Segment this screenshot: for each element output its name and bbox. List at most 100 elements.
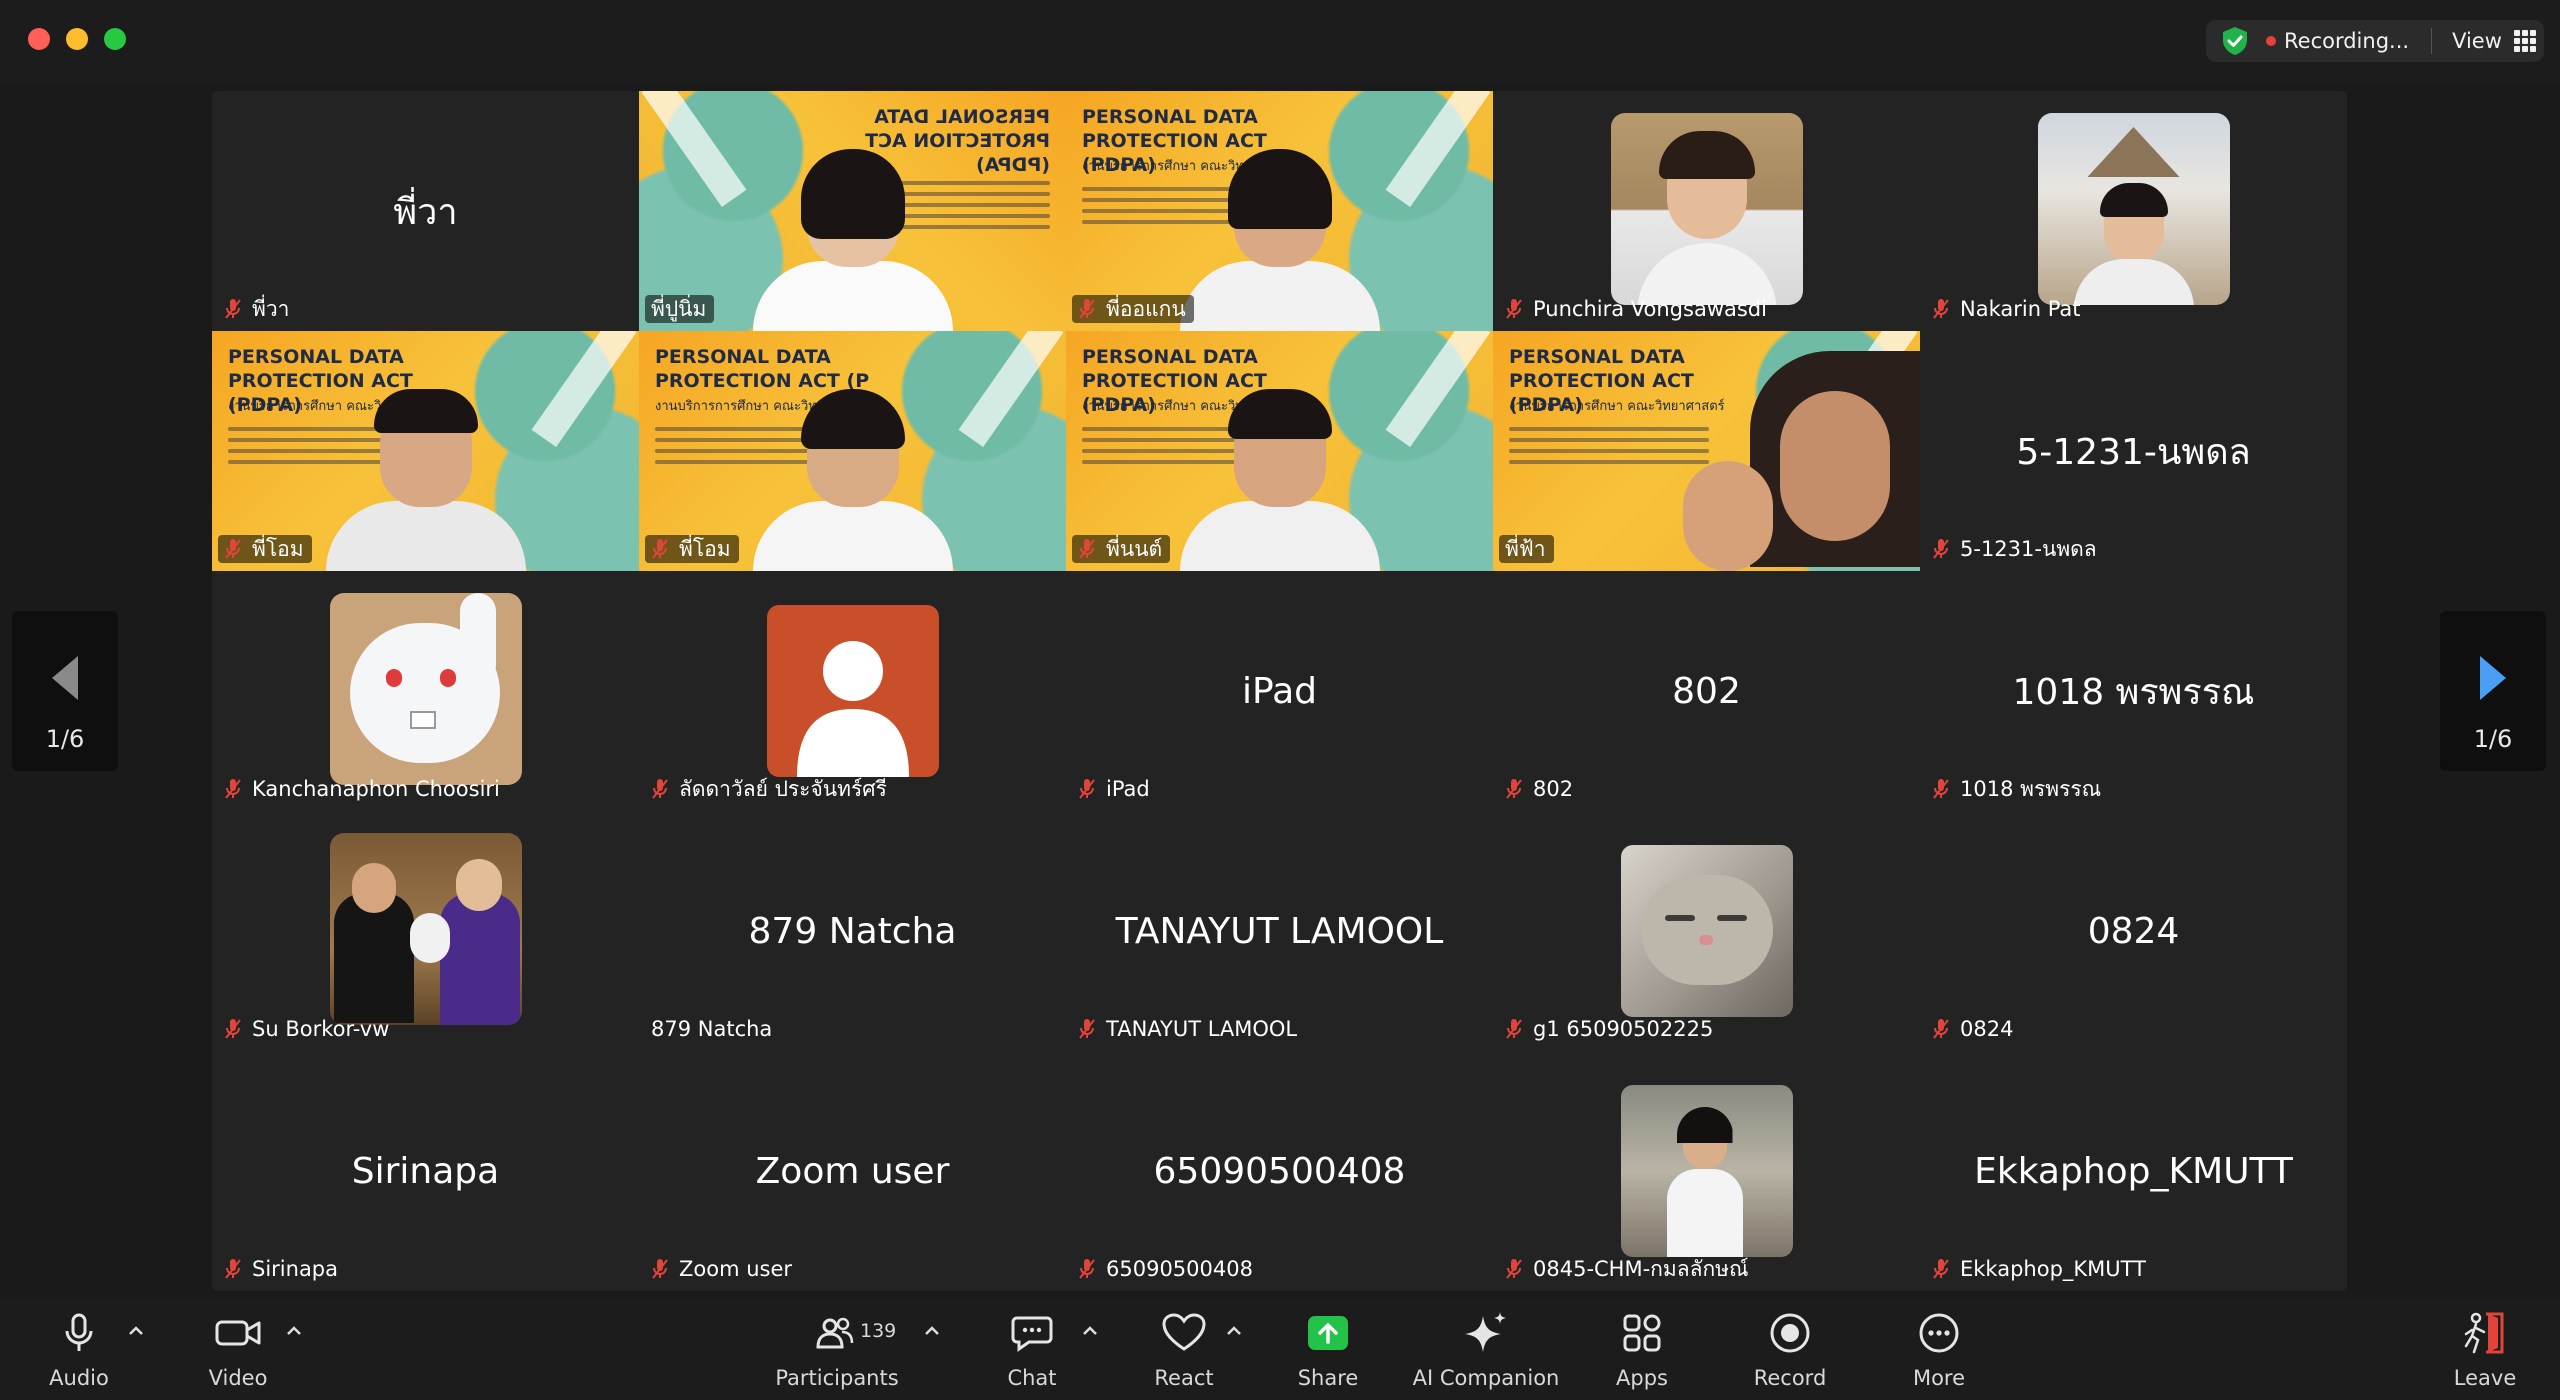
participant-tile[interactable]: 0845-CHM-กมลลักษณ์	[1493, 1051, 1920, 1291]
participant-tile[interactable]: PERSONAL DATA PROTECTION ACT (PDPA) งานบ…	[1066, 331, 1493, 571]
participant-name: Sirinapa	[252, 1257, 339, 1281]
recording-view-pill: Recording... View	[2206, 20, 2544, 62]
participant-name-tag: พี่นนต์	[1072, 535, 1171, 563]
participant-tile[interactable]: TANAYUT LAMOOL TANAYUT LAMOOL	[1066, 811, 1493, 1051]
participant-name-tag: ลัดดาวัลย์ ประจันทร์ศรี	[645, 775, 895, 803]
chat-options-caret-icon[interactable]	[1082, 1326, 1098, 1336]
participants-label: Participants	[775, 1366, 899, 1390]
participant-tile[interactable]: Kanchanaphon Choosiri	[212, 571, 639, 811]
participant-name: g1 65090502225	[1533, 1017, 1714, 1041]
participant-name-tag: Nakarin Pat	[1926, 295, 2089, 323]
slide-subtitle: งานบริการการศึกษา คณะวิทยาศาสตร์	[1509, 399, 1725, 414]
hand-shape	[1683, 461, 1773, 571]
chat-bubble-icon	[1011, 1316, 1053, 1352]
react-button[interactable]: React	[1150, 1298, 1218, 1400]
participant-tile[interactable]: 0824 0824	[1920, 811, 2347, 1051]
share-screen-button[interactable]: Share	[1294, 1298, 1362, 1400]
participant-video-person	[752, 389, 953, 571]
participant-tile[interactable]: Ekkaphop_KMUTT Ekkaphop_KMUTT	[1920, 1051, 2347, 1291]
participant-name-tag: พี่ปูนิ่ม	[645, 295, 715, 323]
participant-tile[interactable]: 802 802	[1493, 571, 1920, 811]
participant-tile[interactable]: PERSONAL DATA PROTECTION ACT (PDPA) พี่ป…	[639, 91, 1066, 331]
participant-tile[interactable]: พี่วา พี่วา	[212, 91, 639, 331]
participant-tile[interactable]: PERSONAL DATA PROTECTION ACT (PDPA) งานบ…	[1066, 91, 1493, 331]
react-options-caret-icon[interactable]	[1226, 1326, 1242, 1336]
participant-tile[interactable]: Sirinapa Sirinapa	[212, 1051, 639, 1291]
recording-status[interactable]: Recording...	[2284, 29, 2409, 53]
chat-button[interactable]: Chat	[1004, 1298, 1060, 1400]
leave-label: Leave	[2453, 1366, 2517, 1390]
participant-name: 802	[1533, 777, 1574, 801]
participant-tile[interactable]: Punchira Vongsawasdi	[1493, 91, 1920, 331]
window-close-button[interactable]	[28, 28, 50, 50]
participant-tile[interactable]: PERSONAL DATA PROTECTION ACT (P งานบริกา…	[639, 331, 1066, 571]
apps-button[interactable]: Apps	[1612, 1298, 1672, 1400]
participant-name: Zoom user	[679, 1257, 793, 1281]
muted-mic-icon	[1933, 1259, 1949, 1279]
view-button[interactable]: View	[2452, 29, 2502, 53]
participant-tile[interactable]: PERSONAL DATA PROTECTION ACT (PDPA) งานบ…	[212, 331, 639, 571]
participant-tile[interactable]: g1 65090502225	[1493, 811, 1920, 1051]
audio-button[interactable]: Audio	[44, 1298, 114, 1400]
muted-mic-icon	[1506, 299, 1522, 319]
chevron-left-icon	[52, 656, 78, 700]
participant-tile[interactable]: 879 Natcha 879 Natcha	[639, 811, 1066, 1051]
participant-video-person	[752, 149, 953, 331]
shield-check-icon[interactable]	[2218, 24, 2252, 58]
participants-options-caret-icon[interactable]	[924, 1326, 940, 1336]
muted-mic-icon	[225, 299, 241, 319]
participant-tile[interactable]: 5-1231-นพดล 5-1231-นพดล	[1920, 331, 2347, 571]
window-maximize-button[interactable]	[104, 28, 126, 50]
participant-name-tag: 65090500408	[1072, 1255, 1261, 1283]
record-icon	[1770, 1313, 1810, 1353]
participant-avatar-photo	[1620, 1085, 1793, 1257]
participant-tile[interactable]: iPad iPad	[1066, 571, 1493, 811]
video-camera-icon	[215, 1320, 261, 1346]
participant-name-tag: 5-1231-นพดล	[1926, 535, 2105, 563]
next-page-button[interactable]: 1/6	[2440, 611, 2546, 771]
participants-button[interactable]: 139 Participants	[774, 1298, 900, 1400]
participant-name: พี่ออแกน	[1106, 296, 1186, 321]
participant-tile[interactable]: ลัดดาวัลย์ ประจันทร์ศรี	[639, 571, 1066, 811]
participant-name: 879 Natcha	[651, 1017, 773, 1041]
participant-name: พี่วา	[252, 296, 290, 321]
participant-tile[interactable]: Su Borkor-vw	[212, 811, 639, 1051]
participant-tile[interactable]: Nakarin Pat	[1920, 91, 2347, 331]
participant-video-person	[1179, 389, 1380, 571]
muted-mic-icon	[225, 539, 241, 559]
participant-tile-active-speaker[interactable]: PERSONAL DATA PROTECTION ACT (PDPA) งานบ…	[1493, 331, 1920, 571]
participant-video-person	[1750, 351, 1920, 567]
participant-tile[interactable]: Zoom user Zoom user	[639, 1051, 1066, 1291]
participant-name-tag: พี่วา	[218, 295, 297, 323]
grid-view-icon[interactable]	[2513, 30, 2536, 52]
video-gallery: พี่วา พี่วา PERSONAL DATA PROTECTION ACT…	[212, 91, 2347, 1291]
leave-meeting-button[interactable]: Leave	[2450, 1298, 2520, 1400]
slide-title: PERSONAL DATA PROTECTION ACT (P	[655, 346, 870, 392]
participant-tile[interactable]: 1018 พรพรรณ 1018 พรพรรณ	[1920, 571, 2347, 811]
divider	[2431, 28, 2433, 54]
video-button[interactable]: Video	[200, 1298, 276, 1400]
participant-name-tag: พี่ออแกน	[1072, 295, 1194, 323]
participant-name-tag: 1018 พรพรรณ	[1926, 775, 2109, 803]
apps-grid-icon	[1623, 1314, 1661, 1352]
window-minimize-button[interactable]	[66, 28, 88, 50]
ai-companion-button[interactable]: AI Companion	[1413, 1298, 1559, 1400]
muted-mic-icon	[1079, 539, 1095, 559]
page-indicator: 1/6	[2473, 725, 2513, 753]
microphone-icon	[65, 1313, 93, 1351]
audio-options-caret-icon[interactable]	[128, 1326, 144, 1336]
muted-mic-icon	[1933, 299, 1949, 319]
participant-name: Su Borkor-vw	[252, 1017, 390, 1041]
previous-page-button[interactable]: 1/6	[12, 611, 118, 771]
muted-mic-icon	[1079, 299, 1095, 319]
participant-avatar-photo	[329, 833, 522, 1025]
video-options-caret-icon[interactable]	[286, 1326, 302, 1336]
page-indicator: 1/6	[45, 725, 85, 753]
record-button[interactable]: Record	[1750, 1298, 1830, 1400]
more-dots-icon	[1919, 1313, 1959, 1353]
participant-tile[interactable]: 65090500408 65090500408	[1066, 1051, 1493, 1291]
sparkle-icon	[1465, 1312, 1506, 1352]
more-button[interactable]: More	[1906, 1298, 1972, 1400]
muted-mic-icon	[1933, 779, 1949, 799]
user-silhouette-icon	[796, 641, 909, 777]
